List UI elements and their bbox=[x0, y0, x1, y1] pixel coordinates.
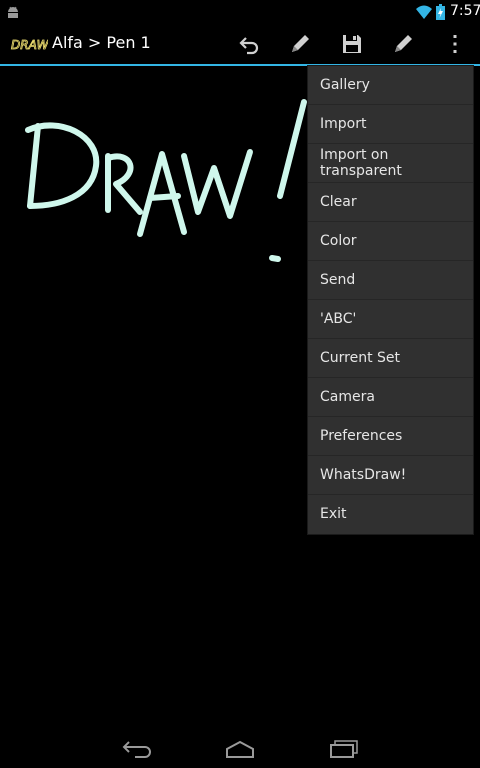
menu-item-clear[interactable]: Clear bbox=[308, 183, 473, 222]
menu-item-gallery[interactable]: Gallery bbox=[308, 66, 473, 105]
menu-item-current-set[interactable]: Current Set bbox=[308, 339, 473, 378]
status-bar: 7:57 bbox=[0, 0, 480, 24]
save-icon[interactable] bbox=[338, 30, 366, 58]
undo-icon[interactable] bbox=[236, 30, 264, 58]
wifi-icon bbox=[416, 4, 432, 23]
android-icon bbox=[6, 4, 20, 23]
menu-item-import-on-transparent[interactable]: Import on transparent bbox=[308, 144, 473, 183]
app-title[interactable]: Alfa > Pen 1 bbox=[52, 33, 151, 52]
menu-item-preferences[interactable]: Preferences bbox=[308, 417, 473, 456]
menu-item-camera[interactable]: Camera bbox=[308, 378, 473, 417]
menu-item-abc[interactable]: 'ABC' bbox=[308, 300, 473, 339]
menu-item-send[interactable]: Send bbox=[308, 261, 473, 300]
overflow-menu: Gallery Import Import on transparent Cle… bbox=[308, 66, 473, 534]
pencil-icon[interactable] bbox=[389, 30, 417, 58]
battery-icon bbox=[436, 4, 445, 24]
pencil-icon[interactable] bbox=[286, 30, 314, 58]
menu-item-color[interactable]: Color bbox=[308, 222, 473, 261]
svg-text:DRAW!: DRAW! bbox=[11, 38, 48, 52]
menu-item-whatsdraw[interactable]: WhatsDraw! bbox=[308, 456, 473, 495]
home-icon[interactable] bbox=[222, 736, 258, 762]
recent-apps-icon[interactable] bbox=[326, 736, 362, 762]
menu-item-import[interactable]: Import bbox=[308, 105, 473, 144]
status-time: 7:57 bbox=[450, 3, 480, 19]
menu-item-exit[interactable]: Exit bbox=[308, 495, 473, 533]
back-icon[interactable] bbox=[120, 736, 156, 762]
app-logo[interactable]: DRAW! bbox=[10, 32, 54, 58]
overflow-menu-icon[interactable] bbox=[441, 30, 469, 58]
